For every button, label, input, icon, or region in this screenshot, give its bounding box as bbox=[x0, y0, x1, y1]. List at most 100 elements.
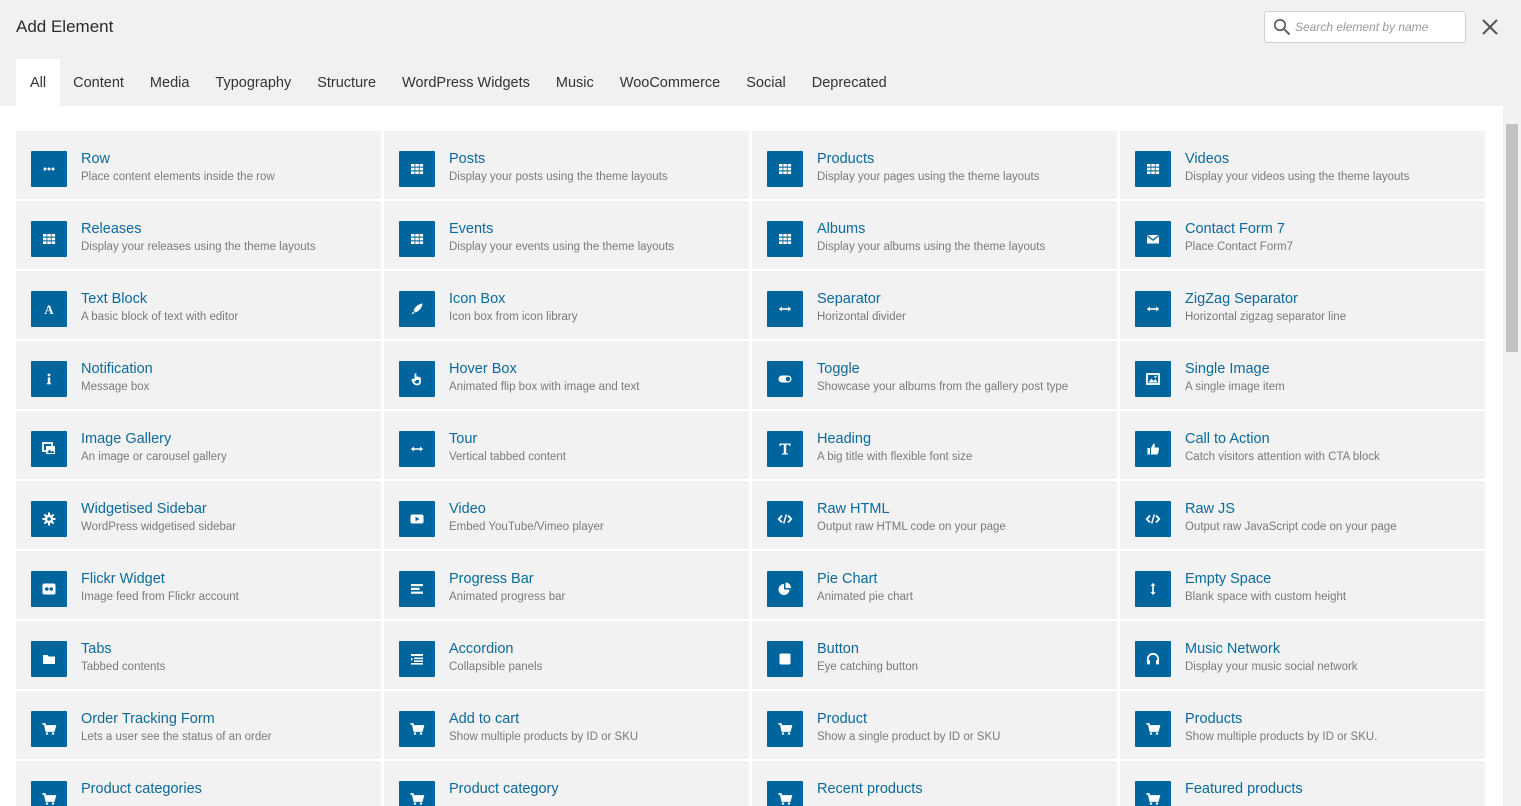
element-item[interactable]: Tabs Tabbed contents bbox=[16, 620, 381, 690]
scrollbar[interactable] bbox=[1503, 106, 1521, 806]
element-name: Videos bbox=[1185, 151, 1230, 167]
element-item[interactable]: Video Embed YouTube/Vimeo player bbox=[384, 480, 749, 550]
element-item[interactable]: Products Show multiple products by ID or … bbox=[1120, 690, 1485, 760]
element-item[interactable]: Albums Display your albums using the them… bbox=[752, 200, 1117, 270]
tab-structure[interactable]: Structure bbox=[304, 59, 389, 107]
element-item[interactable]: Notification Message box bbox=[16, 340, 381, 410]
element-item[interactable]: Widgetised Sidebar WordPress widgetised s… bbox=[16, 480, 381, 550]
element-name: Tabs bbox=[81, 641, 112, 657]
element-name: Call to Action bbox=[1185, 431, 1270, 447]
arrows-horizontal-icon bbox=[399, 431, 435, 467]
element-item[interactable]: Releases Display your releases using the … bbox=[16, 200, 381, 270]
element-item[interactable]: Product categories bbox=[16, 760, 381, 806]
thumbs-up-icon bbox=[1135, 431, 1171, 467]
element-name: Hover Box bbox=[449, 361, 517, 377]
element-item[interactable]: Separator Horizontal divider bbox=[752, 270, 1117, 340]
tab-media[interactable]: Media bbox=[137, 59, 203, 107]
element-item[interactable]: Empty Space Blank space with custom heigh… bbox=[1120, 550, 1485, 620]
headphones-icon bbox=[1135, 641, 1171, 677]
grid-icon bbox=[1135, 151, 1171, 187]
tab-music[interactable]: Music bbox=[543, 59, 607, 107]
element-name: Tour bbox=[449, 431, 478, 447]
element-description: A big title with flexible font size bbox=[817, 451, 973, 463]
element-item[interactable]: Accordion Collapsible panels bbox=[384, 620, 749, 690]
element-item[interactable]: Events Display your events using the them… bbox=[384, 200, 749, 270]
element-description: Display your events using the theme layo… bbox=[449, 241, 675, 253]
element-name: ZigZag Separator bbox=[1185, 291, 1298, 307]
cart-icon bbox=[767, 711, 803, 747]
element-item[interactable]: Single Image A single image item bbox=[1120, 340, 1485, 410]
element-name: Featured products bbox=[1185, 781, 1303, 797]
element-item[interactable]: Pie Chart Animated pie chart bbox=[752, 550, 1117, 620]
element-description: A basic block of text with editor bbox=[81, 311, 239, 323]
element-name: Button bbox=[817, 641, 859, 657]
element-item[interactable]: Contact Form 7 Place Contact Form7 bbox=[1120, 200, 1485, 270]
cart-icon bbox=[1135, 781, 1171, 806]
element-item[interactable]: Music Network Display your music social n… bbox=[1120, 620, 1485, 690]
tab-content[interactable]: Content bbox=[60, 59, 137, 107]
element-item[interactable]: Image Gallery An image or carousel galler… bbox=[16, 410, 381, 480]
element-item[interactable]: Flickr Widget Image feed from Flickr acco… bbox=[16, 550, 381, 620]
toggle-icon bbox=[767, 361, 803, 397]
element-name: Order Tracking Form bbox=[81, 711, 215, 727]
element-description: Place Contact Form7 bbox=[1185, 241, 1294, 253]
search-box[interactable] bbox=[1264, 11, 1466, 43]
close-icon[interactable] bbox=[1479, 16, 1501, 38]
element-item[interactable]: Row Place content elements inside the row bbox=[16, 130, 381, 200]
element-name: Toggle bbox=[817, 361, 860, 377]
dialog-header: Add Element bbox=[0, 0, 1521, 56]
rocket-icon bbox=[399, 291, 435, 327]
scrollbar-thumb[interactable] bbox=[1506, 124, 1518, 352]
arrows-horizontal-icon bbox=[1135, 291, 1171, 327]
element-item[interactable]: Toggle Showcase your albums from the gall… bbox=[752, 340, 1117, 410]
tab-woocommerce[interactable]: WooCommerce bbox=[607, 59, 733, 107]
element-name: Product categories bbox=[81, 781, 202, 797]
element-item[interactable]: Hover Box Animated flip box with image an… bbox=[384, 340, 749, 410]
grid-icon bbox=[399, 151, 435, 187]
element-item[interactable]: Icon Box Icon box from icon library bbox=[384, 270, 749, 340]
element-name: Flickr Widget bbox=[81, 571, 165, 587]
element-description: WordPress widgetised sidebar bbox=[81, 521, 237, 533]
element-item[interactable]: Product category bbox=[384, 760, 749, 806]
search-input[interactable] bbox=[1295, 17, 1459, 37]
info-icon bbox=[31, 361, 67, 397]
element-item[interactable]: Posts Display your posts using the theme … bbox=[384, 130, 749, 200]
element-name: Notification bbox=[81, 361, 153, 377]
element-item[interactable]: Order Tracking Form Lets a user see the s… bbox=[16, 690, 381, 760]
element-item[interactable]: A Text Block A basic block of text with ed… bbox=[16, 270, 381, 340]
envelope-icon bbox=[1135, 221, 1171, 257]
element-description: Vertical tabbed content bbox=[449, 451, 566, 463]
element-item[interactable]: Raw JS Output raw JavaScript code on your… bbox=[1120, 480, 1485, 550]
arrows-vertical-icon bbox=[1135, 571, 1171, 607]
element-description: Display your albums using the theme layo… bbox=[817, 241, 1046, 253]
tab-deprecated[interactable]: Deprecated bbox=[799, 59, 900, 107]
tab-wordpress-widgets[interactable]: WordPress Widgets bbox=[389, 59, 543, 107]
element-description: Eye catching button bbox=[817, 661, 919, 673]
element-item[interactable]: Call to Action Catch visitors attention w… bbox=[1120, 410, 1485, 480]
cart-icon bbox=[399, 781, 435, 806]
element-item[interactable]: Featured products bbox=[1120, 760, 1485, 806]
tab-social[interactable]: Social bbox=[733, 59, 799, 107]
element-item[interactable]: Product Show a single product by ID or SK… bbox=[752, 690, 1117, 760]
element-item[interactable]: Heading A big title with flexible font si… bbox=[752, 410, 1117, 480]
element-item[interactable]: Tour Vertical tabbed content bbox=[384, 410, 749, 480]
gear-icon bbox=[31, 501, 67, 537]
tab-typography[interactable]: Typography bbox=[202, 59, 304, 107]
element-item[interactable]: Progress Bar Animated progress bar bbox=[384, 550, 749, 620]
svg-text:A: A bbox=[44, 302, 54, 317]
element-description: Blank space with custom height bbox=[1185, 591, 1347, 603]
tab-all[interactable]: All bbox=[16, 59, 61, 107]
element-item[interactable]: Add to cart Show multiple products by ID … bbox=[384, 690, 749, 760]
element-description: Lets a user see the status of an order bbox=[81, 731, 272, 743]
element-name: Video bbox=[449, 501, 486, 517]
element-description: Show a single product by ID or SKU bbox=[817, 731, 1001, 743]
element-item[interactable]: Recent products bbox=[752, 760, 1117, 806]
element-item[interactable]: Raw HTML Output raw HTML code on your pag… bbox=[752, 480, 1117, 550]
element-description: Catch visitors attention with CTA block bbox=[1185, 451, 1380, 463]
element-item[interactable]: Button Eye catching button bbox=[752, 620, 1117, 690]
element-item[interactable]: Videos Display your videos using the them… bbox=[1120, 130, 1485, 200]
element-item[interactable]: Products Display your pages using the the… bbox=[752, 130, 1117, 200]
element-item[interactable]: ZigZag Separator Horizontal zigzag separa… bbox=[1120, 270, 1485, 340]
accordion-list-icon bbox=[399, 641, 435, 677]
element-description: Place content elements inside the row bbox=[81, 171, 275, 183]
